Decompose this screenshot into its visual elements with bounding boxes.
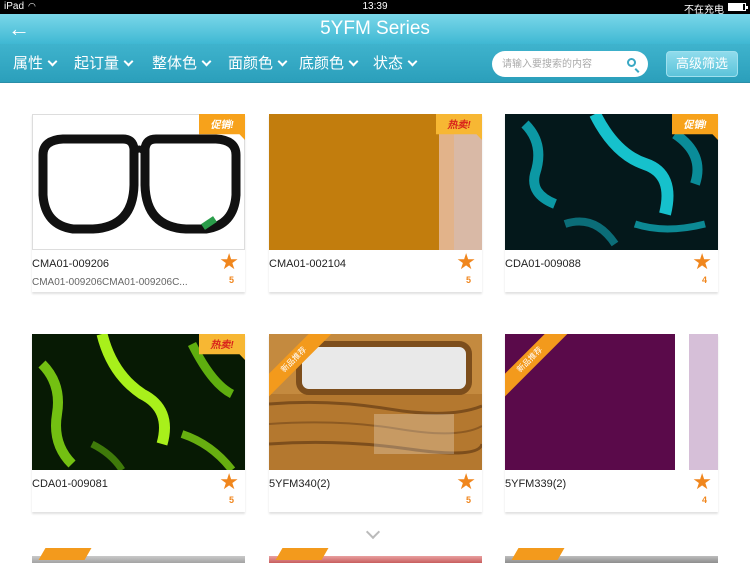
product-card[interactable]: 促销! CMA01-009206 CMA01-009206CMA01-00920… (32, 114, 245, 292)
product-rating: 4 (701, 275, 707, 285)
page-title: 5YFM Series (320, 18, 430, 39)
filter-label: 面颜色 (228, 55, 274, 72)
filter-front-color[interactable]: 面颜色 (228, 54, 288, 74)
filter-label: 状态 (373, 55, 404, 72)
product-rating: 5 (465, 275, 471, 285)
product-rating: 5 (465, 495, 471, 505)
product-card-partial[interactable] (32, 548, 245, 563)
star-icon: ★ (219, 249, 239, 274)
new-product-ribbon (275, 548, 329, 560)
filter-attribute[interactable]: 属性 (13, 54, 58, 74)
filter-overall-color[interactable]: 整体色 (152, 54, 212, 74)
chevron-down-icon (47, 56, 58, 67)
new-product-ribbon (38, 548, 92, 560)
product-name: 5YFM339(2) (505, 478, 567, 490)
new-product-ribbon (511, 548, 565, 560)
star-icon: ★ (456, 249, 476, 274)
product-rating: 5 (228, 275, 234, 285)
product-name: CMA01-002104 (269, 258, 347, 270)
product-thumbnail-glasses (32, 114, 245, 250)
product-thumbnail-swatch (269, 114, 482, 250)
filter-status[interactable]: 状态 (373, 54, 418, 74)
product-grid: 促销! CMA01-009206 CMA01-009206CMA01-00920… (0, 84, 750, 563)
chevron-down-icon (201, 56, 212, 67)
filter-label: 起订量 (74, 55, 120, 72)
filter-label: 属性 (13, 55, 44, 72)
chevron-down-icon (277, 56, 288, 67)
status-bar: iPad ◠ 13:39 不在充电 (0, 0, 750, 16)
chevron-down-icon (123, 56, 134, 67)
product-name: CDA01-009081 (32, 478, 108, 490)
product-card-partial[interactable] (505, 548, 718, 563)
chevron-down-icon[interactable] (365, 524, 381, 540)
product-card[interactable]: 新品推荐 5YFM339(2) ★ 4 (505, 334, 718, 512)
product-name: CDA01-009088 (505, 258, 581, 270)
product-card[interactable]: 热卖! CDA01-009081 ★ 5 (32, 334, 245, 512)
chevron-down-icon (348, 56, 359, 67)
filter-min-order[interactable]: 起订量 (74, 54, 134, 74)
product-thumbnail-tortoise-cyan (505, 114, 718, 250)
advanced-filter-button[interactable]: 高级筛选 (666, 51, 738, 77)
product-thumbnail-tortoise-green (32, 334, 245, 470)
product-rating: 4 (701, 495, 707, 505)
star-icon: ★ (692, 249, 712, 274)
product-card[interactable]: 新品推荐 5YFM340(2) ★ 5 (269, 334, 482, 512)
search-box[interactable] (492, 51, 648, 77)
battery-icon (728, 3, 748, 11)
product-rating: 5 (228, 495, 234, 505)
filter-bar: 属性 起订量 整体色 面颜色 底颜色 状态 高级筛选 (0, 44, 750, 83)
product-card-partial[interactable] (269, 548, 482, 563)
filter-back-color[interactable]: 底颜色 (299, 54, 359, 74)
product-name: CMA01-009206 (32, 258, 110, 270)
filter-label: 底颜色 (299, 55, 345, 72)
star-icon: ★ (692, 469, 712, 494)
clock: 13:39 (362, 1, 388, 12)
search-input[interactable] (502, 56, 622, 72)
product-subtitle: CMA01-009206CMA01-009206C... (32, 277, 188, 288)
product-card[interactable]: 热卖! CMA01-002104 ★ 5 (269, 114, 482, 292)
nav-bar: ← 5YFM Series (0, 14, 750, 44)
product-card[interactable]: 促销! CDA01-009088 ★ 4 (505, 114, 718, 292)
search-icon[interactable] (627, 58, 636, 67)
star-icon: ★ (219, 469, 239, 494)
chevron-down-icon (407, 56, 418, 67)
filter-label: 整体色 (152, 55, 198, 72)
product-name: 5YFM340(2) (269, 478, 331, 490)
star-icon: ★ (456, 469, 476, 494)
